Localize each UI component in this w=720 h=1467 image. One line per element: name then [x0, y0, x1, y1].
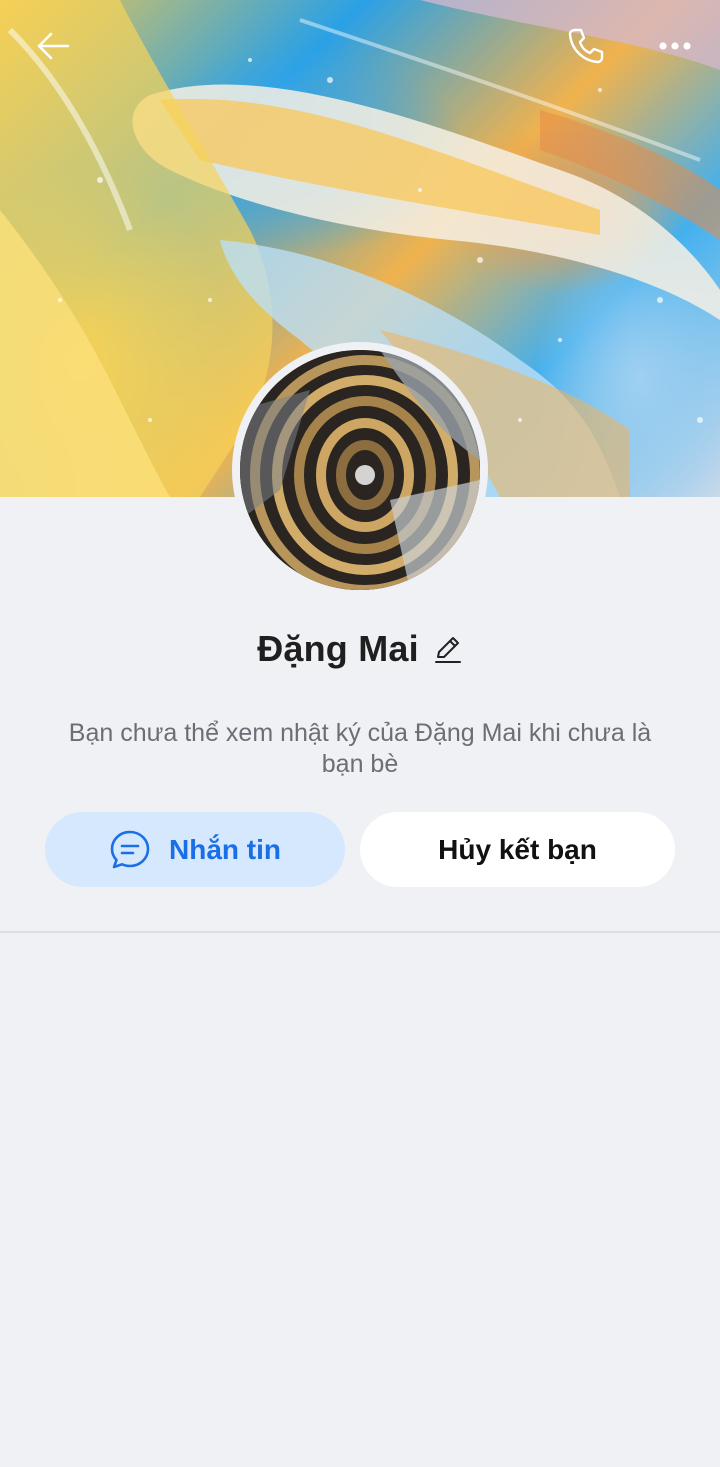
message-button-label: Nhắn tin — [169, 833, 281, 865]
unfriend-button-label: Hủy kết bạn — [438, 833, 597, 865]
unfriend-button[interactable]: Hủy kết bạn — [360, 812, 675, 887]
profile-name: Đặng Mai — [257, 628, 419, 669]
profile-screen: Đặng Mai Bạn chưa thể xem nhật ký của Đặ… — [0, 0, 720, 1467]
chat-bubble-icon — [110, 830, 150, 868]
more-dots-icon — [659, 42, 691, 50]
pencil-icon[interactable] — [433, 634, 463, 664]
section-divider — [0, 931, 720, 933]
call-button[interactable] — [562, 22, 610, 70]
avatar[interactable] — [240, 350, 480, 590]
avatar-image — [240, 350, 480, 590]
diary-notice: Bạn chưa thể xem nhật ký của Đặng Mai kh… — [68, 719, 652, 778]
avatar-frame — [232, 342, 488, 598]
phone-icon — [568, 28, 604, 64]
message-button[interactable]: Nhắn tin — [45, 812, 345, 887]
back-button[interactable] — [29, 22, 77, 70]
more-options-button[interactable] — [651, 22, 699, 70]
arrow-left-icon — [37, 32, 70, 60]
profile-name-row: Đặng Mai — [0, 622, 720, 676]
